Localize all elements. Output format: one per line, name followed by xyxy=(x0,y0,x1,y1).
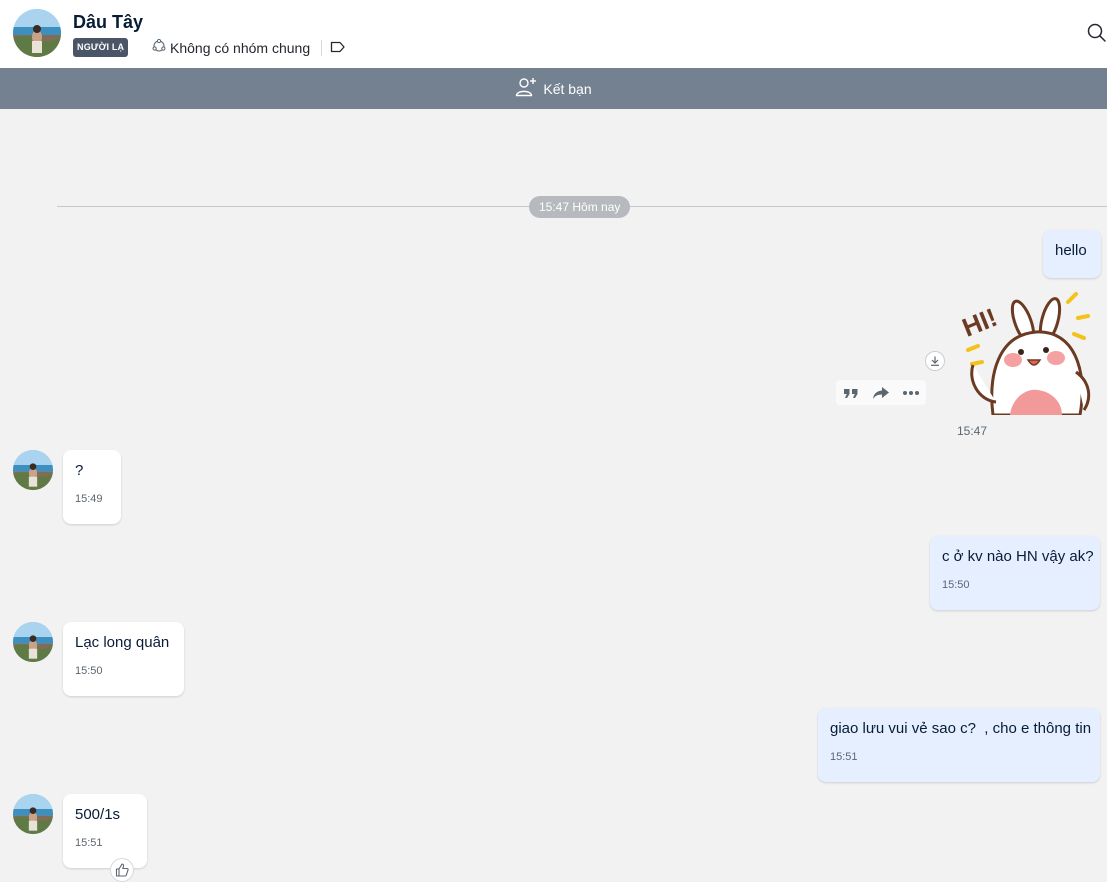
message-time: 15:51 xyxy=(75,837,103,849)
search-icon[interactable] xyxy=(1087,23,1107,48)
sticker-text: HI! xyxy=(958,302,1001,343)
message-time: 15:51 xyxy=(830,751,858,763)
message-text: Lạc long quân xyxy=(75,634,170,651)
message-bubble-outgoing[interactable]: hello xyxy=(1043,230,1101,278)
message-actions xyxy=(836,380,926,405)
add-user-icon xyxy=(515,77,537,100)
message-time: 15:49 xyxy=(75,493,103,505)
message-time: 15:47 xyxy=(957,424,988,438)
common-groups[interactable]: Không có nhóm chung xyxy=(152,38,311,56)
message-bubble-outgoing[interactable]: c ở kv nào HN vậy ak? 15:50 xyxy=(930,536,1100,610)
message-text: hello xyxy=(1055,242,1087,259)
common-groups-label: Không có nhóm chung xyxy=(170,39,311,56)
message-time: 15:50 xyxy=(75,665,103,677)
thumbs-up-icon[interactable] xyxy=(110,858,134,882)
hi-bunny-sticker[interactable]: HI! xyxy=(958,290,1098,415)
message-bubble-outgoing[interactable]: giao lưu vui vẻ sao c? , cho e thông tin… xyxy=(818,708,1100,782)
message-text: giao lưu vui vẻ sao c? , cho e thông tin xyxy=(830,720,1092,737)
sender-avatar[interactable] xyxy=(13,622,53,662)
quote-icon[interactable] xyxy=(839,382,863,404)
tag-icon[interactable] xyxy=(330,40,346,59)
more-icon[interactable] xyxy=(899,382,923,404)
add-friend-button[interactable]: Kết bạn xyxy=(515,77,592,100)
message-bubble-incoming[interactable]: Lạc long quân 15:50 xyxy=(63,622,184,696)
sender-avatar[interactable] xyxy=(13,794,53,834)
contact-avatar[interactable] xyxy=(13,9,61,57)
add-friend-label: Kết bạn xyxy=(543,80,592,97)
message-text: c ở kv nào HN vậy ak? xyxy=(942,548,1094,565)
message-bubble-incoming[interactable]: 500/1s 15:51 xyxy=(63,794,147,868)
download-icon[interactable] xyxy=(925,351,945,371)
groups-icon xyxy=(152,38,166,56)
sender-avatar[interactable] xyxy=(13,450,53,490)
message-time: 15:50 xyxy=(942,579,970,591)
header-divider xyxy=(321,40,322,56)
time-divider-label: 15:47 Hôm nay xyxy=(529,196,631,218)
message-bubble-incoming[interactable]: ? 15:49 xyxy=(63,450,121,524)
contact-name[interactable]: Dâu Tây xyxy=(73,12,143,33)
stranger-badge: NGƯỜI LẠ xyxy=(73,38,129,57)
message-text: 500/1s xyxy=(75,806,121,823)
message-text: ? xyxy=(75,462,84,479)
forward-icon[interactable] xyxy=(869,382,893,404)
chat-header: Dâu Tây NGƯỜI LẠ Không có nhóm chung xyxy=(0,0,1107,69)
add-friend-bar[interactable]: Kết bạn xyxy=(0,68,1107,109)
